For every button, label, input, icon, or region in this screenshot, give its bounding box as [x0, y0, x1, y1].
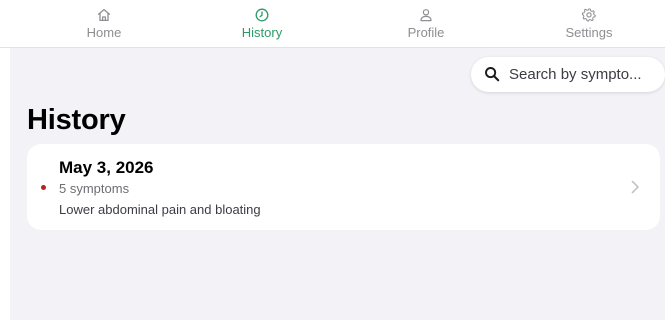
tab-history-label: History — [241, 25, 283, 40]
gear-icon — [581, 7, 597, 23]
tab-home[interactable]: Home — [44, 0, 164, 47]
tab-settings-label: Settings — [565, 25, 613, 40]
person-icon — [418, 7, 434, 23]
entry-description: Lower abdominal pain and bloating — [59, 202, 261, 217]
search-placeholder: Search by sympto... — [509, 66, 642, 83]
history-entry-card[interactable]: May 3, 2026 5 symptoms Lower abdominal p… — [27, 144, 660, 230]
entry-date: May 3, 2026 — [59, 158, 154, 177]
tab-profile[interactable]: Profile — [366, 0, 486, 47]
tab-settings[interactable]: Settings — [529, 0, 649, 47]
search-icon — [484, 66, 500, 82]
status-dot — [41, 185, 46, 190]
chevron-right-icon — [630, 180, 640, 194]
symptom-count: 5 symptoms — [59, 181, 130, 196]
tab-history[interactable]: History — [202, 0, 322, 47]
search-input[interactable]: Search by sympto... — [471, 57, 665, 92]
tab-profile-label: Profile — [407, 25, 445, 40]
clock-icon — [254, 7, 270, 23]
home-icon — [96, 7, 112, 23]
page-title: History — [27, 104, 126, 136]
tab-home-label: Home — [86, 25, 122, 40]
tab-bar: Home History Profile Settings — [0, 0, 665, 48]
